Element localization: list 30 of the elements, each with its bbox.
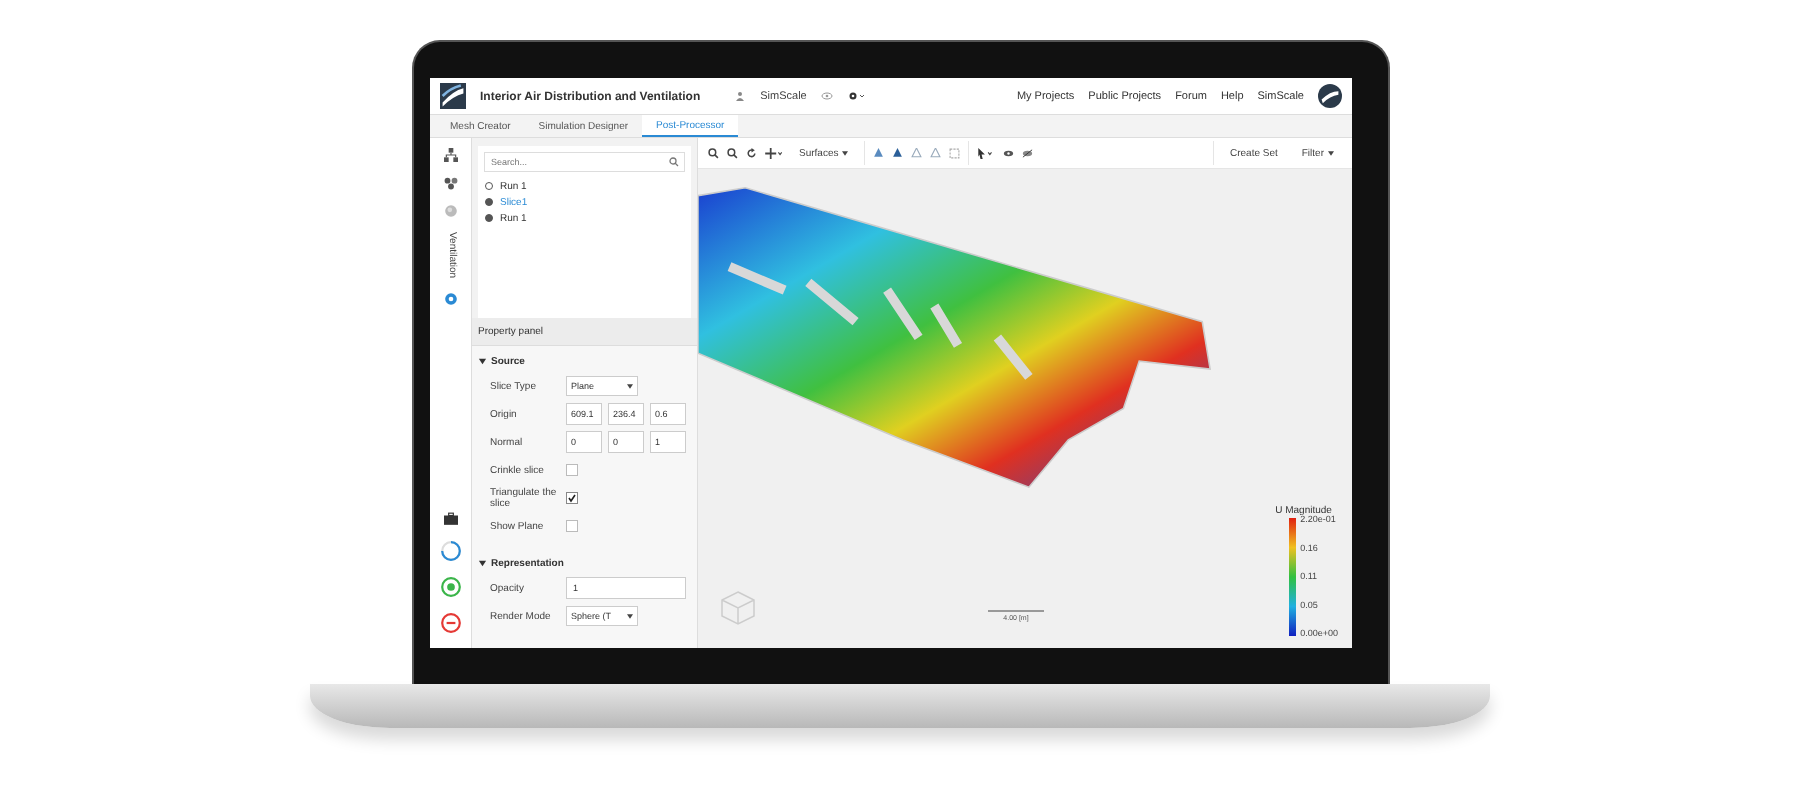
zoom-out-icon[interactable] — [726, 147, 737, 159]
expand-triangle-icon[interactable] — [477, 356, 486, 366]
eye-off-icon[interactable] — [1021, 147, 1033, 159]
hierarchy-icon[interactable] — [442, 148, 457, 162]
checkbox[interactable] — [565, 464, 577, 476]
caret-icon — [626, 613, 632, 619]
briefcase-icon[interactable] — [442, 512, 457, 526]
user-icon — [733, 91, 746, 101]
caret-icon — [1327, 150, 1333, 156]
zoom-in-icon[interactable] — [707, 147, 718, 159]
caret-icon — [841, 150, 848, 156]
caret-icon — [626, 383, 632, 389]
move-icon[interactable] — [764, 147, 782, 159]
scale-bar — [987, 610, 1043, 612]
search-icon[interactable] — [668, 157, 678, 167]
checkbox[interactable] — [565, 520, 577, 532]
color-scale-bar — [1288, 518, 1296, 636]
expand-triangle-icon[interactable] — [477, 558, 486, 568]
progress-ring-icon — [438, 540, 461, 562]
logo-icon[interactable] — [439, 83, 465, 109]
avatar-icon[interactable] — [1317, 84, 1341, 108]
orientation-cube-icon — [717, 588, 757, 628]
refresh-icon[interactable] — [745, 147, 756, 159]
nodes-icon[interactable] — [442, 176, 457, 190]
checkbox[interactable] — [565, 492, 577, 504]
node-icon — [483, 197, 493, 207]
node-icon — [483, 213, 493, 223]
error-ring-icon — [438, 612, 461, 634]
check-circle-icon — [438, 576, 461, 598]
eye-icon[interactable] — [1002, 147, 1014, 159]
